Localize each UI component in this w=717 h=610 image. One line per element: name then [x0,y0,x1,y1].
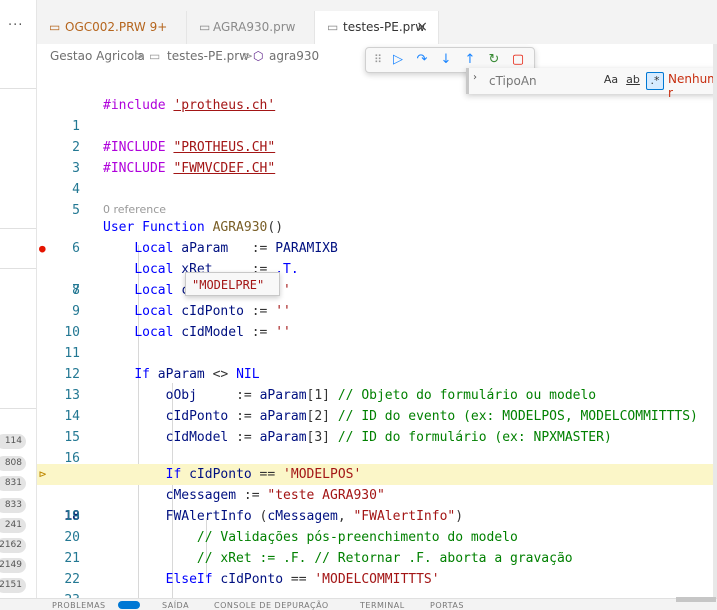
regex-toggle[interactable]: .* [646,72,664,90]
code-line[interactable]: 21 // Validações pós-preenchimento do mo… [37,527,717,566]
code-line[interactable]: 6 User Function AGRA930() [37,217,717,256]
chevron-right-icon: > [243,49,254,63]
code-text: #INCLUDE "PROTHEUS.CH" [103,140,276,155]
step-out-icon[interactable]: ↑ [460,50,480,70]
bottom-panel-tabs: PROBLEMAS SAÍDA CONSOLE DE DEPURAÇÃO TER… [0,598,717,610]
code-line[interactable]: 15 cIdPonto := aParam[2] // ID do evento… [37,406,717,445]
tab-terminal[interactable]: TERMINAL [360,601,405,610]
code-text: If cIdPonto == 'MODELPOS' [165,467,362,482]
tab-label: AGRA930.prw [213,20,296,34]
editor-tab-bar: OGC002.PRW 9+ ▭ ▭ AGRA930.prw ▭ testes-P… [37,11,717,45]
file-icon: ▭ [327,20,339,34]
tab-label: OGC002.PRW 9+ [65,20,168,34]
code-line[interactable]: ● 7 Local aParam := PARAMIXB [37,238,717,298]
tab-debug-console[interactable]: CONSOLE DE DEPURAÇÃO [214,601,329,610]
code-text: cMessagem := "teste AGRA930" [165,488,385,503]
tab-output[interactable]: SAÍDA [162,601,189,610]
more-actions-icon[interactable]: ··· [8,18,23,33]
code-text: Local aParam := PARAMIXB [134,241,338,256]
code-line[interactable]: 12 [37,343,717,382]
step-into-icon[interactable]: ↓ [436,50,456,70]
code-line[interactable]: 20 FWAlertInfo (cMessagem, "FWAlertInfo"… [37,506,717,545]
continue-icon[interactable]: ▷ [388,50,408,70]
code-text: cIdPonto := aParam[2] // ID do evento (e… [165,409,698,424]
divider [0,268,36,269]
count-badge: 2162 [0,538,26,553]
count-badge: 2149 [0,558,26,573]
current-execution-line[interactable]: ⊳ 18 If cIdPonto == 'MODELPOS' [37,464,717,524]
find-widget: › Aa ab .* Nenhum r [466,68,717,100]
code-line[interactable]: 2 [37,116,717,155]
stop-icon[interactable]: ▢ [508,50,528,70]
tab-ogc002[interactable]: OGC002.PRW 9+ ▭ [37,11,187,44]
restart-icon[interactable]: ↻ [484,50,504,70]
find-result-count: Nenhum r [668,72,717,100]
code-line[interactable]: 13 If aParam <> NIL [37,364,717,403]
code-line[interactable]: 23 ElseIf cIdPonto == 'MODELCOMMITTTS' [37,569,717,598]
count-badge: 808 [0,456,26,471]
breadcrumb-symbol[interactable]: agra930 [269,44,319,68]
code-line[interactable]: 4 #INCLUDE "FWMVCDEF.CH" [37,158,717,197]
code-editor[interactable]: 1 #include 'protheus.ch' 2 3 #INCLUDE "P… [37,68,717,598]
code-text: If aParam <> NIL [134,367,260,382]
hover-tooltip: "MODELPRE" [185,272,280,296]
close-icon[interactable]: × [416,11,428,44]
breadcrumb-file[interactable]: testes-PE.prw [167,44,249,68]
horizontal-scrollbar[interactable] [676,597,716,602]
breadcrumb-folder[interactable]: Gestao Agricola [50,44,145,68]
code-text: Local cIdPonto := '' [134,304,291,319]
code-line[interactable]: 3 #INCLUDE "PROTHEUS.CH" [37,137,717,176]
tab-testes-pe[interactable]: ▭ testes-PE.prw × [315,11,439,44]
code-line[interactable]: 11 Local cIdModel := '' [37,322,717,361]
match-case-toggle[interactable]: Aa [603,72,619,88]
count-badge: 241 [0,518,26,533]
code-text: Local cIdModel := '' [134,325,291,340]
code-line[interactable]: 8 Local xRet := .T. [37,259,717,298]
line-number: 23 [37,590,80,598]
file-icon: ▭ [49,20,61,34]
symbol-function-icon: ⬡ [253,49,264,63]
code-text: FWAlertInfo (cMessagem, "FWAlertInfo") [165,509,464,524]
chevron-right-icon: > [135,49,146,63]
tab-agra930[interactable]: ▭ AGRA930.prw [187,11,315,44]
code-text: #INCLUDE "FWMVCDEF.CH" [103,161,276,176]
divider [0,228,36,229]
code-line[interactable]: 19 cMessagem := "teste AGRA930" [37,485,717,524]
code-text: User Function AGRA930() [103,220,284,235]
divider [0,88,36,89]
match-word-toggle[interactable]: ab [625,72,641,88]
tab-ports[interactable]: PORTAS [430,601,464,610]
chevron-right-icon[interactable]: › [473,72,477,83]
step-over-icon[interactable]: ↷ [412,50,432,70]
code-text: oObj := aParam[1] // Objeto do formulári… [165,388,597,403]
divider [0,408,36,409]
tab-problems[interactable]: PROBLEMAS [52,601,106,610]
code-line[interactable]: 14 oObj := aParam[1] // Objeto do formul… [37,385,717,424]
code-text: cIdModel := aParam[3] // ID do formulári… [165,430,612,445]
code-text: // Validações pós-preenchimento do model… [196,530,518,545]
code-line[interactable]: 16 cIdModel := aParam[3] // ID do formul… [37,427,717,466]
activity-bar: ··· 114 808 831 833 241 2162 2149 2151 [0,0,37,608]
minimap-edge [713,44,717,598]
count-badge: 114 [0,434,26,449]
code-line[interactable]: 10 Local cIdPonto := '' [37,301,717,340]
code-text: #include 'protheus.ch' [103,98,276,113]
count-badge: 833 [0,498,26,513]
file-icon: ▭ [199,20,211,34]
count-badge: 2151 [0,578,26,593]
code-line[interactable]: 5 [37,179,717,218]
breakpoint-icon[interactable]: ● [39,238,46,259]
debug-stopped-arrow-icon: ⊳ [39,467,47,481]
tab-label: testes-PE.prw [343,20,426,34]
file-icon: ▭ [149,49,161,63]
code-text: ElseIf cIdPonto == 'MODELCOMMITTTS' [165,572,440,587]
code-line[interactable]: 9 Local cIdEvent := '' [37,280,717,319]
count-badge: 831 [0,476,26,491]
drag-handle-icon[interactable]: ⠿ [368,50,388,70]
find-input[interactable] [487,71,587,91]
code-line[interactable]: 22 // xRet := .F. // Retornar .F. aborta… [37,548,717,587]
code-line[interactable]: 1 #include 'protheus.ch' [37,95,717,134]
code-text: // xRet := .F. // Retornar .F. aborta a … [196,551,573,566]
